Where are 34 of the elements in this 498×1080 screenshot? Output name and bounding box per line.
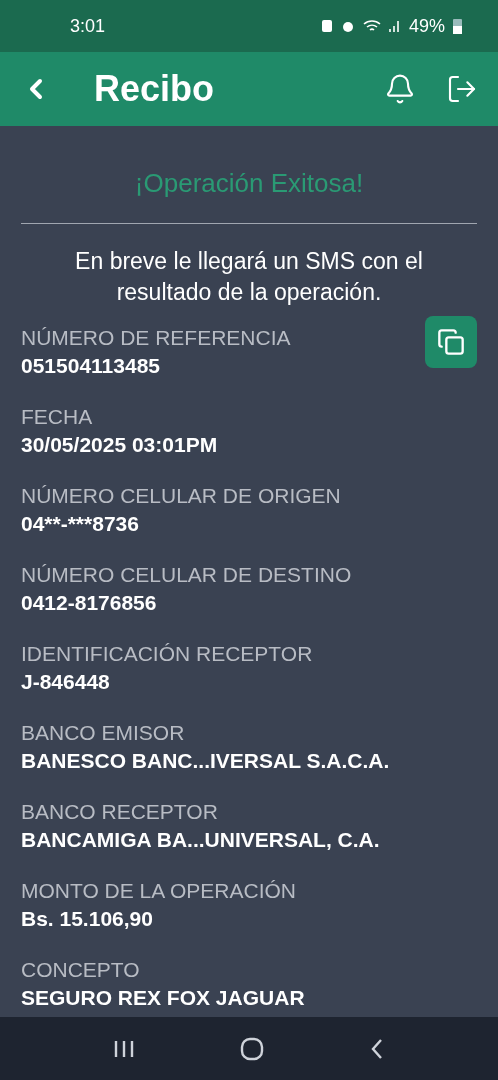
field-value: BANCAMIGA BA...UNIVERSAL, C.A. [21, 827, 380, 853]
field-label: CONCEPTO [21, 957, 141, 983]
sms-notice: En breve le llegará un SMS con el resultado de la operación. [74, 247, 424, 307]
copy-icon [437, 328, 465, 356]
logout-icon [446, 73, 478, 105]
field-value: 30/05/2025 03:01PM [21, 432, 218, 458]
battery-icon [453, 18, 462, 34]
copy-button[interactable] [425, 316, 477, 368]
success-title: ¡Operación Exitosa! [133, 167, 365, 200]
field-value: SEGURO REX FOX JAGUAR [21, 985, 305, 1011]
field-value: 0412-8176856 [21, 590, 158, 616]
field-label: NÚMERO CELULAR DE ORIGEN [21, 483, 341, 509]
field-label: BANCO RECEPTOR [21, 799, 219, 825]
wifi-icon [362, 19, 381, 33]
field-label: FECHA [21, 404, 94, 430]
signal-icon [388, 19, 401, 33]
clock-time: 3:01 [70, 14, 106, 38]
notifications-button[interactable] [384, 73, 416, 105]
field-value: 04**-***8736 [21, 511, 140, 537]
recent-apps-icon[interactable] [112, 1038, 135, 1059]
field-value: Bs. 15.106,90 [21, 906, 154, 932]
field-label: MONTO DE LA OPERACIÓN [21, 878, 296, 904]
field-value: 051504113485 [21, 353, 161, 379]
field-value: J-846448 [21, 669, 111, 695]
home-icon[interactable] [240, 1036, 264, 1061]
field-label: IDENTIFICACIÓN RECEPTOR [21, 641, 313, 667]
field-label: BANCO EMISOR [21, 720, 186, 746]
logout-button[interactable] [446, 73, 478, 105]
field-value: BANESCO BANC...IVERSAL S.A.C.A. [21, 748, 390, 774]
screen-title: Recibo [94, 67, 215, 111]
field-label: NÚMERO CELULAR DE DESTINO [21, 562, 352, 588]
battery-percent: 49% [408, 14, 445, 38]
bell-icon [384, 73, 416, 105]
field-label: NÚMERO DE REFERENCIA [21, 325, 291, 351]
